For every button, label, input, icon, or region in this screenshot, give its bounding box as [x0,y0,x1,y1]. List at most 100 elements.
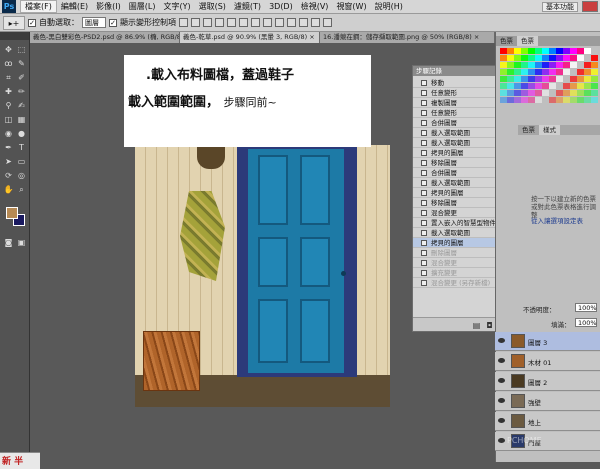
menu-layer[interactable]: 圖層(L) [125,1,160,12]
clone-stamp-tool-icon[interactable]: ⚲ [3,100,14,111]
align-left-icon[interactable] [215,18,224,27]
wood-texture-layer[interactable] [143,331,200,391]
color-swatch[interactable] [556,48,563,54]
color-swatch[interactable] [591,76,598,82]
auto-select-checkbox[interactable]: ✓ [28,18,36,27]
color-swatch[interactable] [542,83,549,89]
color-swatch[interactable] [542,55,549,61]
distribute-vcenter-icon[interactable] [263,18,272,27]
color-swatch[interactable] [591,69,598,75]
color-swatch[interactable] [563,62,570,68]
menu-filter[interactable]: 濾鏡(T) [230,1,265,12]
color-swatch[interactable] [535,62,542,68]
align-vcenter-icon[interactable] [191,18,200,27]
history-item[interactable]: 載入選取範圍 [413,178,505,188]
quick-mask-icon[interactable]: ◙ [3,237,14,248]
color-swatch[interactable] [577,90,584,96]
eye-icon[interactable] [498,398,505,403]
color-swatch[interactable] [507,97,514,103]
shape-tool-icon[interactable]: ▭ [16,156,27,167]
color-swatch[interactable] [521,69,528,75]
color-swatch[interactable] [521,83,528,89]
color-swatch[interactable] [500,69,507,75]
color-swatch[interactable] [521,62,528,68]
eye-icon[interactable] [498,378,505,383]
menu-window[interactable]: 視窗(W) [332,1,370,12]
color-swatch[interactable] [535,48,542,54]
color-swatch[interactable] [584,55,591,61]
color-swatch[interactable] [514,90,521,96]
color-swatch[interactable] [556,76,563,82]
color-swatch[interactable] [563,55,570,61]
color-swatch[interactable] [591,90,598,96]
color-swatch[interactable] [556,55,563,61]
color-swatch[interactable] [542,97,549,103]
color-swatch[interactable] [528,62,535,68]
layer-row[interactable]: 圖層 3 [495,332,600,351]
auto-select-dropdown[interactable]: 圖層 [82,17,106,28]
distribute-right-icon[interactable] [311,18,320,27]
color-swatch[interactable] [570,76,577,82]
color-swatch[interactable] [584,69,591,75]
pen-tool-icon[interactable]: ✒ [3,142,14,153]
lasso-tool-icon[interactable]: ꝏ [3,58,14,69]
color-swatch[interactable] [542,76,549,82]
color-swatch[interactable] [500,97,507,103]
foreground-color-swatch[interactable] [6,207,18,219]
menu-image[interactable]: 影像(I) [92,1,125,12]
color-swatch[interactable] [584,48,591,54]
color-swatch[interactable] [563,69,570,75]
color-swatch[interactable] [521,97,528,103]
menu-select[interactable]: 選取(S) [195,1,230,12]
quick-select-tool-icon[interactable]: ✎ [16,58,27,69]
color-swatch[interactable] [514,48,521,54]
color-swatch[interactable] [577,48,584,54]
color-swatch[interactable] [521,48,528,54]
color-swatch[interactable] [570,97,577,103]
align-top-icon[interactable] [179,18,188,27]
close-icon[interactable] [582,1,598,12]
color-swatch[interactable] [542,62,549,68]
history-item[interactable]: 混合變更 [413,258,505,268]
menu-3d[interactable]: 3D(D) [265,2,297,11]
color-swatch[interactable] [507,48,514,54]
eyedropper-tool-icon[interactable]: ✐ [16,72,27,83]
color-swatch[interactable] [549,97,556,103]
color-swatch[interactable] [577,83,584,89]
color-swatch[interactable] [500,48,507,54]
color-swatch[interactable] [591,55,598,61]
dodge-tool-icon[interactable]: ● [16,128,27,139]
color-swatch[interactable] [514,55,521,61]
align-right-icon[interactable] [239,18,248,27]
color-swatch[interactable] [570,90,577,96]
distribute-top-icon[interactable] [251,18,260,27]
3d-camera-tool-icon[interactable]: ◎ [16,170,27,181]
color-swatch[interactable] [570,48,577,54]
history-item[interactable]: 載入選取範圍 [413,128,505,138]
color-swatch[interactable] [528,55,535,61]
color-swatch[interactable] [591,48,598,54]
color-swatch[interactable] [563,90,570,96]
menu-help[interactable]: 說明(H) [371,1,407,12]
path-select-tool-icon[interactable]: ➤ [3,156,14,167]
eye-icon[interactable] [498,418,505,423]
tab-adjust[interactable]: 色票 [518,125,539,135]
layer-row[interactable]: 木材 01 [495,352,600,371]
distribute-bottom-icon[interactable] [275,18,284,27]
history-item[interactable]: 移除圖層 [413,158,505,168]
color-swatch[interactable] [563,97,570,103]
color-swatch[interactable] [549,69,556,75]
color-swatch[interactable] [507,83,514,89]
color-swatch[interactable] [528,97,535,103]
color-swatch[interactable] [528,90,535,96]
color-swatch[interactable] [535,55,542,61]
history-item[interactable]: 移除圖層 [413,198,505,208]
color-swatch[interactable] [556,69,563,75]
color-swatch[interactable] [577,69,584,75]
marquee-tool-icon[interactable]: ⬚ [16,44,27,55]
history-item[interactable]: 移動 [413,78,505,88]
move-tool-preset[interactable]: ▸+ [3,15,25,30]
adjust-link[interactable]: 從入讓選項設定表 [531,215,583,225]
color-swatch[interactable] [535,83,542,89]
new-document-from-state-icon[interactable]: ▤ [471,320,482,331]
